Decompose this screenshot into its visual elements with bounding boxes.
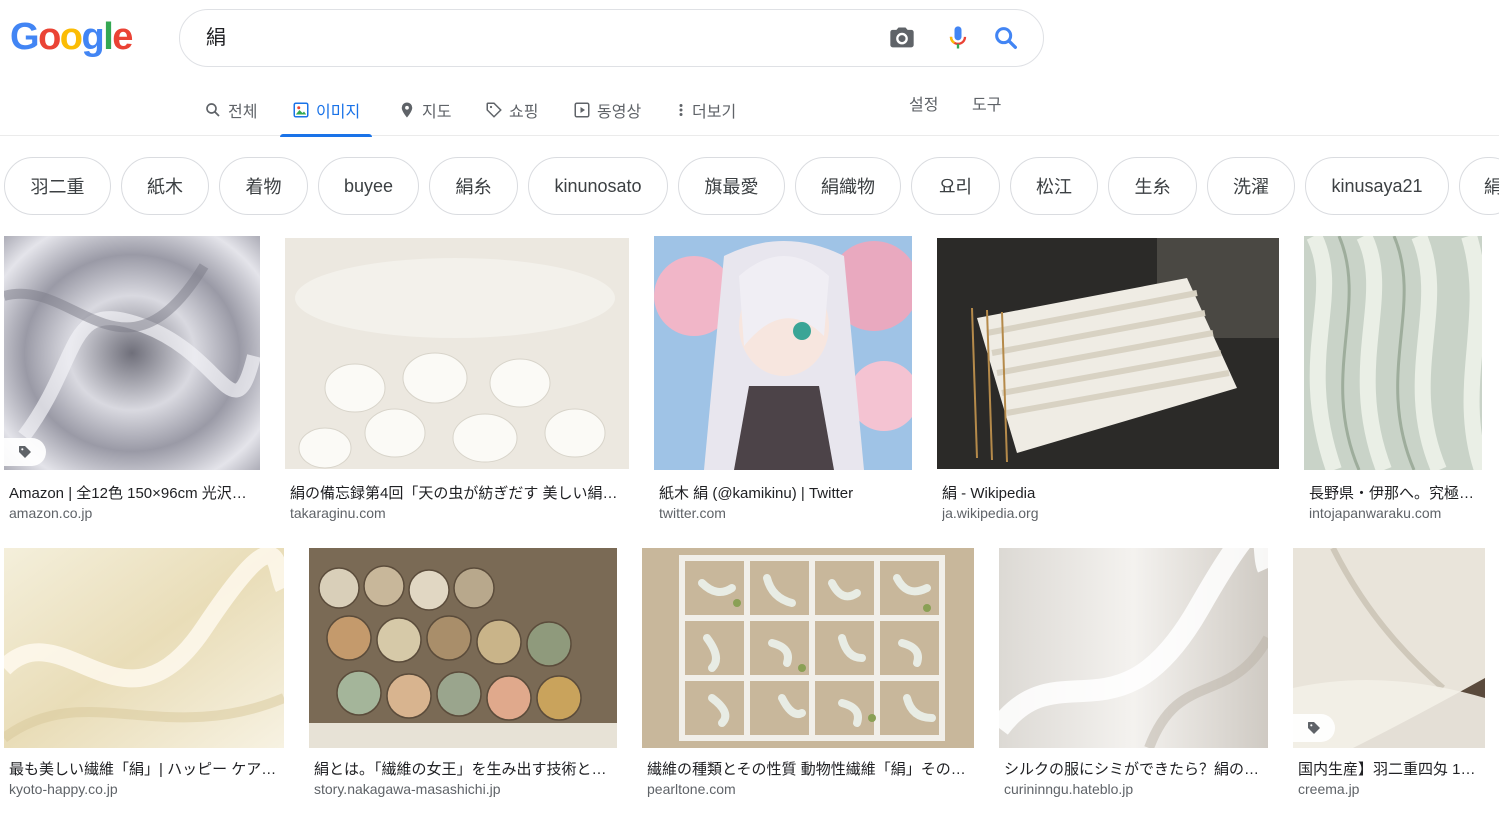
tab-label: 이미지 (316, 104, 361, 121)
image-result[interactable]: 国内生産】羽二重四匁 1m… creema.jp (1293, 548, 1485, 808)
logo-letter-g: G (10, 16, 40, 58)
tab-images[interactable]: 이미지 (280, 84, 373, 137)
tools-link[interactable]: 도구 (972, 84, 1001, 128)
image-result[interactable]: 長野県・伊那へ。究極… intojapanwaraku.com (1304, 236, 1482, 526)
image-result[interactable]: 紙木 絹 (@kamikinu) | Twitter twitter.com (654, 236, 912, 526)
search-icon (206, 103, 220, 117)
settings-link[interactable]: 설정 (909, 84, 938, 128)
result-thumbnail[interactable] (285, 238, 629, 469)
related-chip[interactable]: 絹織物 (795, 157, 901, 215)
tab-label: 전체 (228, 104, 258, 121)
result-thumbnail[interactable] (1293, 548, 1485, 748)
image-icon (293, 102, 309, 118)
map-pin-icon (401, 102, 413, 118)
microphone-icon[interactable] (944, 24, 972, 52)
logo-letter-o2: o (59, 16, 83, 58)
related-chip[interactable]: 松江 (1010, 157, 1098, 215)
image-result[interactable]: 繊維の種類とその性質 動物性繊維「絹」その… pearltone.com (642, 548, 974, 808)
result-title[interactable]: Amazon | 全12色 150×96cm 光沢… (9, 482, 257, 503)
result-thumbnail[interactable] (999, 548, 1268, 748)
result-domain[interactable]: twitter.com (659, 505, 909, 521)
result-thumbnail[interactable] (642, 548, 974, 748)
related-chip[interactable]: kinunosato (528, 157, 668, 215)
result-title[interactable]: 紙木 絹 (@kamikinu) | Twitter (659, 482, 909, 503)
search-tabs: 전체 이미지 지도 쇼핑 동영상 더보기 설정 도구 (0, 84, 1499, 137)
result-domain[interactable]: intojapanwaraku.com (1309, 505, 1481, 521)
image-result[interactable]: 絹の備忘録第4回「天の虫が紡ぎだす 美しい絹… takaraginu.com (285, 238, 629, 528)
camera-icon[interactable] (888, 24, 916, 52)
related-chip[interactable]: 着物 (219, 157, 308, 215)
play-icon (574, 102, 590, 118)
result-title[interactable]: 長野県・伊那へ。究極… (1309, 482, 1481, 503)
search-box[interactable]: 絹 (179, 9, 1044, 67)
result-thumbnail[interactable] (309, 548, 617, 748)
tab-more[interactable]: 더보기 (676, 84, 736, 136)
result-domain[interactable]: amazon.co.jp (9, 505, 257, 521)
result-title[interactable]: 絹の備忘録第4回「天の虫が紡ぎだす 美しい絹… (290, 482, 624, 503)
tag-icon (1293, 714, 1335, 742)
tab-label: 지도 (422, 104, 452, 121)
result-domain[interactable]: ja.wikipedia.org (942, 505, 1276, 521)
related-chip[interactable]: 生糸 (1108, 157, 1197, 215)
logo-letter-g2: g (81, 16, 105, 58)
logo-letter-e: e (112, 16, 133, 58)
related-chip[interactable]: 요리 (911, 157, 1000, 215)
related-chip[interactable]: 洗濯 (1207, 157, 1295, 215)
result-title[interactable]: 絹とは。「繊維の女王」を生み出す技術と… (314, 758, 612, 779)
tab-shopping[interactable]: 쇼핑 (485, 84, 538, 136)
image-result[interactable]: 絹 - Wikipedia ja.wikipedia.org (937, 238, 1279, 528)
tag-icon (4, 438, 46, 466)
tab-label: 더보기 (692, 104, 737, 121)
tab-videos[interactable]: 동영상 (573, 84, 641, 136)
tab-label: 동영상 (597, 104, 642, 121)
result-domain[interactable]: curininngu.hateblo.jp (1004, 781, 1266, 797)
image-result[interactable]: シルクの服にシミができたら？絹の… curininngu.hateblo.jp (999, 548, 1268, 808)
result-title[interactable]: シルクの服にシミができたら？絹の… (1004, 758, 1266, 779)
result-thumbnail[interactable] (1304, 236, 1482, 470)
logo-letter-l: l (103, 16, 114, 58)
tag-icon (486, 102, 502, 118)
result-domain[interactable]: pearltone.com (647, 781, 969, 797)
result-domain[interactable]: creema.jp (1298, 781, 1484, 797)
related-chip[interactable]: 絹 (1459, 157, 1499, 215)
search-icon[interactable] (992, 24, 1020, 52)
tab-maps[interactable]: 지도 (398, 84, 451, 136)
related-chip[interactable]: 羽二重 (4, 157, 111, 215)
google-logo[interactable]: Google (10, 16, 133, 58)
result-title[interactable]: 絹 - Wikipedia (942, 482, 1276, 503)
related-chip[interactable]: buyee (318, 157, 419, 215)
result-domain[interactable]: kyoto-happy.co.jp (9, 781, 279, 797)
related-chip[interactable]: 旗最愛 (678, 157, 785, 215)
result-thumbnail[interactable] (937, 238, 1279, 469)
image-result[interactable]: 絹とは。「繊維の女王」を生み出す技術と… story.nakagawa-masa… (309, 548, 617, 808)
search-input[interactable]: 絹 (206, 10, 226, 66)
image-result[interactable]: Amazon | 全12色 150×96cm 光沢… amazon.co.jp (4, 236, 260, 526)
result-domain[interactable]: takaraginu.com (290, 505, 624, 521)
related-chip[interactable]: 紙木 (121, 157, 209, 215)
related-chip[interactable]: 絹糸 (429, 157, 518, 215)
logo-letter-o1: o (38, 16, 61, 58)
more-vert-icon (679, 104, 683, 116)
result-thumbnail[interactable] (4, 236, 260, 470)
result-title[interactable]: 最も美しい繊維「絹」| ハッピー ケア… (9, 758, 279, 779)
result-title[interactable]: 国内生産】羽二重四匁 1m… (1298, 758, 1484, 779)
result-thumbnail[interactable] (4, 548, 284, 748)
result-domain[interactable]: story.nakagawa-masashichi.jp (314, 781, 612, 797)
tab-all[interactable]: 전체 (204, 84, 257, 136)
tab-label: 쇼핑 (509, 104, 539, 121)
result-title[interactable]: 繊維の種類とその性質 動物性繊維「絹」その… (647, 758, 969, 779)
result-thumbnail[interactable] (654, 236, 912, 470)
image-result[interactable]: 最も美しい繊維「絹」| ハッピー ケア… kyoto-happy.co.jp (4, 548, 284, 808)
related-chip[interactable]: kinusaya21 (1305, 157, 1449, 215)
